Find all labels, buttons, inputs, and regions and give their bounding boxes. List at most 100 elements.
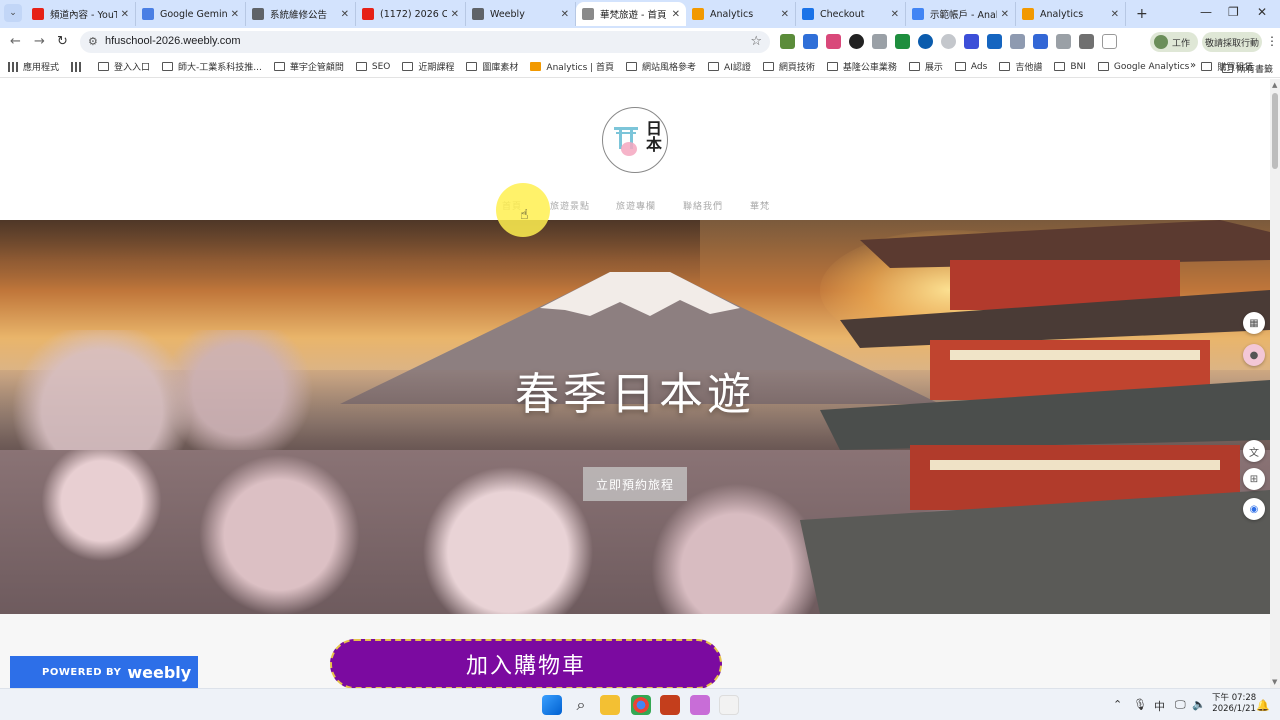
extension-icon[interactable] [1056, 34, 1071, 49]
forward-arrow-icon[interactable]: → [34, 34, 45, 49]
bookmark-item[interactable]: Ads [954, 62, 987, 72]
back-arrow-icon[interactable]: ← [10, 34, 21, 49]
browser-tab[interactable]: 頻道內容 - YouTu ✕ [26, 2, 136, 26]
browser-tab[interactable]: Weebly ✕ [466, 2, 576, 26]
browser-tab[interactable]: Analytics ✕ [1016, 2, 1126, 26]
tab-close-icon[interactable]: ✕ [672, 9, 680, 20]
bookmark-item[interactable]: AI認證 [708, 60, 751, 73]
tab-close-icon[interactable]: ✕ [1111, 9, 1119, 20]
extension-icon[interactable] [849, 34, 864, 49]
browser-tab[interactable]: Checkout ✕ [796, 2, 906, 26]
volume-icon[interactable]: 🔈 [1192, 698, 1206, 711]
network-icon[interactable]: 🖵 [1175, 698, 1186, 712]
extension-icon[interactable] [1033, 34, 1048, 49]
bookmark-item[interactable]: 展示 [908, 60, 943, 73]
reading-list-icon[interactable] [1102, 34, 1117, 49]
browser-tab[interactable]: Google Gemini ✕ [136, 2, 246, 26]
extension-icon[interactable] [918, 34, 933, 49]
tab-close-icon[interactable]: ✕ [561, 9, 569, 20]
ime-indicator[interactable]: 中 [1154, 698, 1165, 714]
bookmarks-overflow-button[interactable]: » [1190, 60, 1196, 71]
extension-icon[interactable] [941, 34, 956, 49]
tab-close-icon[interactable]: ✕ [231, 9, 239, 20]
bookmark-item[interactable] [71, 61, 86, 72]
url-text[interactable]: hfuschool-2026.weebly.com [105, 35, 241, 47]
browser-tab[interactable]: (1172) 2026 Chill ✕ [356, 2, 466, 26]
book-trip-button[interactable]: 立即預約旅程 [583, 467, 687, 501]
extensions-puzzle-icon[interactable] [1079, 34, 1094, 49]
notification-bell-icon[interactable]: 🔔 [1256, 699, 1270, 712]
apps-grid-icon[interactable]: ⊞ [1243, 468, 1265, 490]
action-chip-button[interactable]: 敬請採取行動 [1202, 32, 1262, 52]
file-explorer-icon[interactable] [600, 695, 620, 715]
new-tab-button[interactable]: + [1136, 6, 1148, 22]
microphone-icon[interactable]: 🎙 [1133, 698, 1147, 711]
extension-icon[interactable] [780, 34, 795, 49]
avatar-widget-icon[interactable]: ● [1243, 344, 1265, 366]
add-to-cart-button[interactable]: 加入購物車 [330, 639, 722, 688]
bookmark-item[interactable]: Google Analytics [1097, 62, 1189, 72]
nav-item-contact[interactable]: 聯絡我們 [683, 199, 723, 212]
tab-close-icon[interactable]: ✕ [1001, 9, 1009, 20]
powerpoint-icon[interactable] [660, 695, 680, 715]
bookmark-item[interactable]: 圖庫素材 [466, 60, 518, 73]
tab-close-icon[interactable]: ✕ [891, 9, 899, 20]
qr-code-icon[interactable]: ▦ [1243, 312, 1265, 334]
bookmark-item[interactable]: 應用程式 [8, 60, 59, 73]
close-window-button[interactable]: ✕ [1257, 5, 1267, 19]
reload-icon[interactable]: ↻ [57, 34, 68, 49]
scroll-thumb[interactable] [1272, 93, 1278, 169]
bookmark-item[interactable]: BNI [1054, 62, 1086, 72]
app-icon[interactable] [719, 695, 739, 715]
browser-tab[interactable]: 華梵旅遊 - 首頁 ✕ [576, 2, 686, 26]
bookmark-item[interactable]: 網站風格參考 [626, 60, 696, 73]
scroll-down-icon[interactable]: ▼ [1272, 678, 1277, 686]
browser-tab[interactable]: 系統維修公告 ✕ [246, 2, 356, 26]
profile-button[interactable]: 工作 [1150, 32, 1198, 52]
chrome-icon[interactable] [631, 695, 651, 715]
bookmark-item[interactable]: 華宇企管顧問 [273, 60, 344, 73]
page-scrollbar[interactable]: ▲ ▼ [1270, 79, 1280, 688]
translate-icon[interactable]: 文 [1243, 440, 1265, 462]
bookmark-item[interactable]: 基隆公車業務 [826, 60, 897, 73]
browser-tab[interactable]: 示範帳戶 - Analyt ✕ [906, 2, 1016, 26]
bookmark-item[interactable]: 近期課程 [402, 60, 454, 73]
nav-item-huafan[interactable]: 華梵 [750, 199, 770, 212]
minimize-button[interactable]: — [1200, 5, 1212, 19]
nav-item-attractions[interactable]: 旅遊景點 [550, 199, 590, 212]
browser-tab[interactable]: Analytics ✕ [686, 2, 796, 26]
powered-by-weebly-badge[interactable]: POWERED BY weebly [10, 656, 198, 688]
windows-start-icon[interactable] [542, 695, 562, 715]
extension-icon[interactable] [895, 34, 910, 49]
menu-kebab-icon[interactable]: ⋮ [1266, 34, 1278, 48]
assistant-icon[interactable]: ◉ [1243, 498, 1265, 520]
all-bookmarks-button[interactable]: 所有書籤 [1222, 62, 1273, 75]
tab-search-button[interactable]: ⌄ [4, 4, 22, 22]
tab-close-icon[interactable]: ✕ [781, 9, 789, 20]
bookmark-item[interactable]: 吉他譜 [999, 60, 1042, 73]
bookmark-item[interactable]: SEO [355, 62, 390, 72]
bookmark-item[interactable]: 師大-工業系科技推... [162, 60, 262, 73]
extension-icon[interactable] [964, 34, 979, 49]
search-icon[interactable]: ⌕ [571, 695, 591, 715]
bookmark-item[interactable]: 網頁技術 [762, 60, 815, 73]
scroll-up-icon[interactable]: ▲ [1272, 81, 1277, 89]
taskbar-clock[interactable]: 下午 07:28 2026/1/21 [1212, 693, 1256, 715]
tray-overflow-icon[interactable]: ⌃ [1113, 698, 1122, 711]
site-info-icon[interactable]: ⚙ [88, 35, 98, 48]
extension-icon[interactable] [1010, 34, 1025, 49]
app-icon[interactable] [690, 695, 710, 715]
address-bar[interactable]: ⚙ hfuschool-2026.weebly.com ☆ [80, 31, 770, 53]
bookmark-item[interactable]: 登入入口 [98, 60, 150, 73]
bookmark-item[interactable]: Analytics | 首頁 [530, 60, 614, 73]
tab-close-icon[interactable]: ✕ [341, 9, 349, 20]
bookmark-star-icon[interactable]: ☆ [750, 34, 762, 49]
site-logo[interactable]: 日本 [602, 107, 668, 173]
extension-icon[interactable] [803, 34, 818, 49]
tab-close-icon[interactable]: ✕ [451, 9, 459, 20]
tab-close-icon[interactable]: ✕ [121, 9, 129, 20]
extension-icon[interactable] [872, 34, 887, 49]
extension-icon[interactable] [987, 34, 1002, 49]
extension-icon[interactable] [826, 34, 841, 49]
nav-item-column[interactable]: 旅遊專欄 [616, 199, 656, 212]
